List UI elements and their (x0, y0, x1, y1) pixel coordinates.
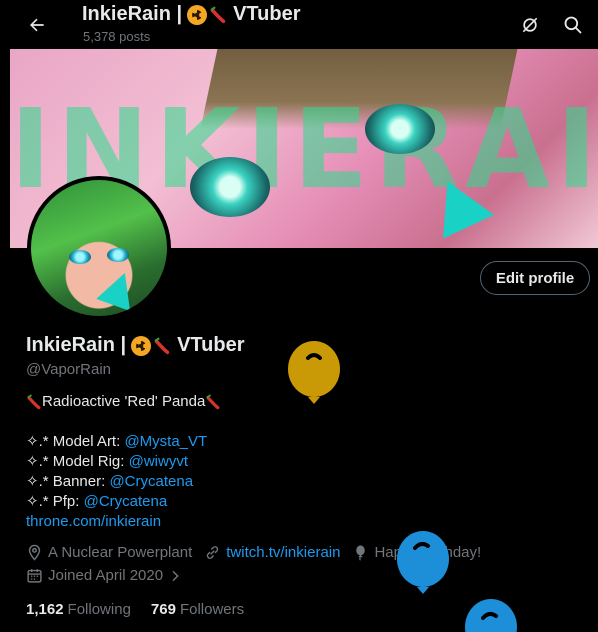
bio-credit-prefix: ✧.* Pfp: (26, 493, 84, 510)
bio-website-line: throne.com/inkierain (26, 512, 221, 532)
following-link[interactable]: 1,162 Following (26, 601, 131, 618)
edit-profile-button[interactable]: Edit profile (480, 261, 590, 295)
bio-credit-link[interactable]: @Mysta_VT (124, 433, 207, 450)
link-icon (207, 546, 219, 559)
bio-credit-prefix: ✧.* Model Art: (26, 433, 125, 450)
header-title: InkieRain | VTuber (82, 3, 301, 26)
following-count: 1,162 (26, 601, 64, 618)
bio-credit-line: ✧.* Banner: @Crycatena (26, 472, 221, 492)
chili-emoji-icon (27, 394, 41, 410)
radioactive-emoji-icon (131, 335, 152, 356)
banner-art-eye-right (190, 157, 270, 217)
calendar-icon (27, 569, 42, 583)
followers-link[interactable]: 769 Followers (151, 601, 244, 618)
bio-credit-line: ✧.* Model Art: @Mysta_VT (26, 432, 221, 452)
avatar-eye-left (69, 250, 91, 264)
balloon-icon (397, 531, 449, 594)
search-icon (564, 16, 582, 34)
follow-stats: 1,162 Following 769 Followers (26, 601, 264, 618)
chili-emoji-icon (210, 6, 226, 23)
balloon-icon (356, 545, 366, 561)
radioactive-emoji-icon (187, 4, 208, 25)
balloon-icon (288, 341, 340, 404)
bio-credit-prefix: ✧.* Model Rig: (26, 453, 129, 470)
search-button[interactable] (556, 8, 590, 42)
avatar[interactable] (27, 176, 171, 320)
top-bar: InkieRain | VTuber 5,378 posts (0, 0, 598, 49)
display-name: InkieRain | VTuber (26, 334, 245, 357)
url-item: twitch.tv/inkierain (204, 544, 340, 561)
display-name-text: InkieRain | (26, 334, 127, 356)
banner-art-eye-left (365, 104, 435, 154)
back-button[interactable] (20, 8, 54, 42)
location-item: A Nuclear Powerplant (26, 544, 192, 561)
header-title-suffix: VTuber (233, 3, 301, 25)
location-text: A Nuclear Powerplant (48, 544, 193, 561)
followers-count: 769 (150, 601, 176, 618)
bio-credit-link[interactable]: @Crycatena (109, 473, 193, 490)
location-icon (28, 544, 41, 561)
chili-emoji-icon (154, 337, 170, 354)
no-signal-button[interactable] (513, 8, 547, 42)
balloon-icon (465, 599, 517, 632)
profile-url-link[interactable]: twitch.tv/inkierain (226, 544, 340, 561)
bio-headline: Radioactive 'Red' Panda (26, 392, 221, 412)
following-label: Following (67, 601, 131, 618)
bio-credit-line: ✧.* Model Rig: @wiwyvt (26, 452, 221, 472)
posts-count: 5,378 posts (83, 29, 151, 44)
display-name-suffix: VTuber (177, 334, 245, 356)
header-title-name: InkieRain | (82, 3, 183, 25)
avatar-art-triangle (96, 266, 142, 312)
bio-credit-link[interactable]: @wiwyvt (129, 453, 188, 470)
followers-label: Followers (179, 601, 245, 618)
bio-headline-text: Radioactive 'Red' Panda (42, 393, 206, 410)
profile-joined-row[interactable]: Joined April 2020 (26, 567, 200, 584)
avatar-eye-right (107, 248, 129, 262)
back-arrow-icon (30, 18, 44, 32)
no-signal-icon (522, 17, 538, 33)
bio-website-link[interactable]: throne.com/inkierain (26, 513, 161, 530)
user-handle: @VaporRain (26, 361, 111, 378)
chili-emoji-icon (206, 394, 220, 410)
bio-credit-prefix: ✧.* Banner: (26, 473, 110, 490)
profile-bio: Radioactive 'Red' Panda ✧.* Model Art: @… (26, 392, 221, 532)
bio-credit-link[interactable]: @Crycatena (84, 493, 168, 510)
chevron-right-icon (172, 570, 179, 581)
joined-text: Joined April 2020 (48, 567, 164, 584)
bio-credit-line: ✧.* Pfp: @Crycatena (26, 492, 221, 512)
joined-item: Joined April 2020 (26, 567, 188, 584)
